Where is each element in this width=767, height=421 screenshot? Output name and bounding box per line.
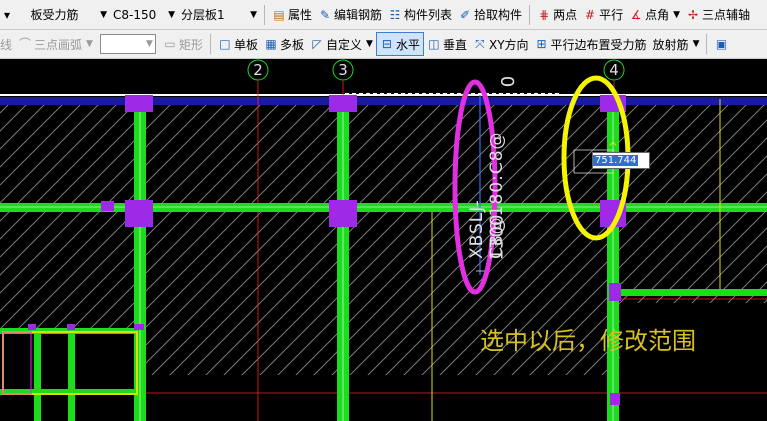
dimension-input[interactable]: 751.744	[592, 152, 650, 169]
component-list-button[interactable]: ☷ 构件列表	[385, 4, 455, 26]
edit-rebar-icon: ✎	[319, 7, 331, 22]
column	[28, 324, 36, 330]
main-toolbar: ▾ 板受力筋 ▼ C8-150 ▼ 分层板1 ▼ ▤ 属性 ✎ 编辑钢筋 ☷ 构…	[0, 0, 767, 30]
drawing-canvas[interactable]: 2 3 4 ^ XBSLJ-C8@180:C8@ 1300 0 751.744 …	[0, 59, 767, 421]
edit-rebar-button[interactable]: ✎ 编辑钢筋	[315, 4, 385, 26]
beam	[68, 328, 75, 421]
three-point-axis-icon: ✢	[688, 7, 699, 22]
eyedropper-icon: ✐	[460, 7, 471, 22]
more-icon: ▣	[715, 37, 728, 51]
chevron-down-icon: ▼	[673, 9, 681, 20]
annotation-caption: 选中以后，修改范围	[480, 327, 696, 355]
two-points-icon: ⋕	[539, 7, 550, 22]
column	[134, 324, 144, 330]
chevron-down-icon: ▼	[692, 39, 700, 49]
spec-dropdown[interactable]: C8-150 ▼	[110, 4, 178, 26]
three-point-arc-button[interactable]: ⌒ 三点画弧 ▼	[15, 33, 96, 55]
chevron-down-icon: ▼	[146, 39, 153, 49]
list-icon: ☷	[389, 7, 401, 22]
xy-direction-icon: ⤧	[475, 37, 485, 51]
single-slab-button[interactable]: □ 单板	[215, 33, 261, 55]
arc-param-combo[interactable]: ▼	[96, 34, 160, 54]
properties-button[interactable]: ▤ 属性	[269, 4, 315, 26]
column	[125, 95, 153, 112]
canvas-drawing: 2 3 4 ^	[0, 59, 767, 421]
chevron-down-icon: ▼	[86, 39, 93, 49]
more-tools-button[interactable]: ▣	[711, 33, 733, 55]
arc-icon: ⌒	[19, 37, 32, 51]
chevron-down-icon: ▼	[366, 39, 373, 49]
parallel-icon: #	[585, 7, 596, 22]
axis-label-4: 4	[609, 61, 619, 79]
arc-param-input[interactable]: ▼	[99, 34, 156, 54]
chevron-down-icon: ▼	[168, 9, 175, 20]
top-wall	[0, 97, 767, 105]
pick-component-button[interactable]: ✐ 拾取构件	[455, 4, 525, 26]
column	[67, 324, 75, 330]
line-button[interactable]: 线	[0, 33, 15, 55]
xy-direction-button[interactable]: ⤧ XY方向	[470, 33, 532, 55]
axis-label-3: 3	[338, 61, 348, 79]
column	[101, 201, 114, 211]
vertical-icon: ◫	[428, 37, 440, 51]
custom-button[interactable]: ◸ 自定义 ▼	[307, 33, 376, 55]
parallel-edge-rebar-button[interactable]: ⊞ 平行边布置受力筋	[532, 33, 650, 55]
beam	[0, 203, 767, 212]
layer-dropdown[interactable]: 分层板1 ▼	[178, 4, 260, 26]
radial-rebar-button[interactable]: 放射筋 ▼	[650, 33, 703, 55]
vertical-button[interactable]: ◫ 垂直	[424, 33, 470, 55]
beam	[619, 289, 767, 296]
column	[329, 95, 357, 112]
chevron-down-icon: ▼	[250, 9, 257, 20]
three-point-axis-button[interactable]: ✢ 三点辅轴	[683, 4, 753, 26]
toolbar-separator	[209, 34, 211, 54]
column	[609, 283, 621, 301]
beam	[34, 328, 41, 421]
column	[125, 200, 153, 227]
toolbar-separator	[264, 4, 265, 25]
component-type-dropdown[interactable]: ▾ 板受力筋 ▼	[0, 4, 110, 26]
horizontal-icon: ⊟	[381, 37, 392, 51]
parallel-button[interactable]: # 平行	[580, 4, 626, 26]
toolbar-separator	[706, 34, 708, 54]
rectangle-button[interactable]: ▭ 矩形	[160, 33, 206, 55]
dimension-1300: 1300	[486, 214, 508, 261]
dimension-0: 0	[498, 75, 520, 88]
two-points-button[interactable]: ⋕ 两点	[534, 4, 580, 26]
single-slab-icon: □	[219, 37, 231, 51]
rectangle-icon: ▭	[164, 37, 176, 51]
dropdown-marker-icon: ▾	[3, 7, 11, 22]
multi-slab-button[interactable]: ▦ 多板	[261, 33, 307, 55]
chevron-down-icon: ▼	[100, 9, 107, 20]
parallel-edge-icon: ⊞	[536, 37, 547, 51]
horizontal-button[interactable]: ⊟ 水平	[375, 32, 424, 56]
point-angle-button[interactable]: ∡ 点角 ▼	[626, 4, 683, 26]
toolbar-separator	[529, 4, 531, 25]
dimension-input-value: 751.744	[593, 155, 639, 166]
point-angle-icon: ∡	[630, 7, 642, 22]
multi-slab-icon: ▦	[265, 37, 277, 51]
custom-icon: ◸	[312, 37, 322, 51]
draw-toolbar: 线 ⌒ 三点画弧 ▼ ▼ ▭ 矩形 □ 单板 ▦ 多板 ◸ 自定义 ▼ ⊟ 水平…	[0, 30, 767, 59]
column	[610, 393, 620, 405]
properties-icon: ▤	[273, 7, 285, 22]
axis-label-2: 2	[253, 61, 263, 79]
column	[329, 200, 357, 227]
